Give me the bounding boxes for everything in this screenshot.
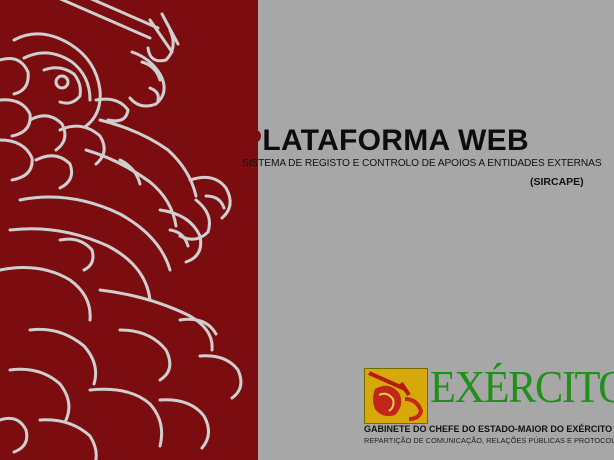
- page-title: PLATAFORMA WEB: [242, 124, 529, 158]
- title-rest: LATAFORMA WEB: [262, 124, 529, 157]
- lion-sword-emblem-icon: [364, 368, 428, 424]
- army-wordmark: EXÉRCITO: [430, 361, 614, 412]
- heraldic-lion-with-sword-icon: [0, 0, 243, 460]
- office-name: GABINETE DO CHEFE DO ESTADO-MAIOR DO EXÉ…: [364, 424, 613, 434]
- title-initial: P: [242, 124, 263, 157]
- system-subtitle: SISTEMA DE REGISTO E CONTROLO DE APOIOS …: [242, 158, 602, 169]
- department-name: REPARTIÇÃO DE COMUNICAÇÃO, RELAÇÕES PÚBL…: [364, 436, 614, 445]
- title-slide: PLATAFORMA WEB SISTEMA DE REGISTO E CONT…: [0, 0, 614, 460]
- army-logo-block: EXÉRCITO GABINETE DO CHEFE DO ESTADO-MAI…: [364, 361, 614, 456]
- system-acronym: (SIRCAPE): [530, 176, 584, 188]
- left-decorative-panel: [0, 0, 258, 460]
